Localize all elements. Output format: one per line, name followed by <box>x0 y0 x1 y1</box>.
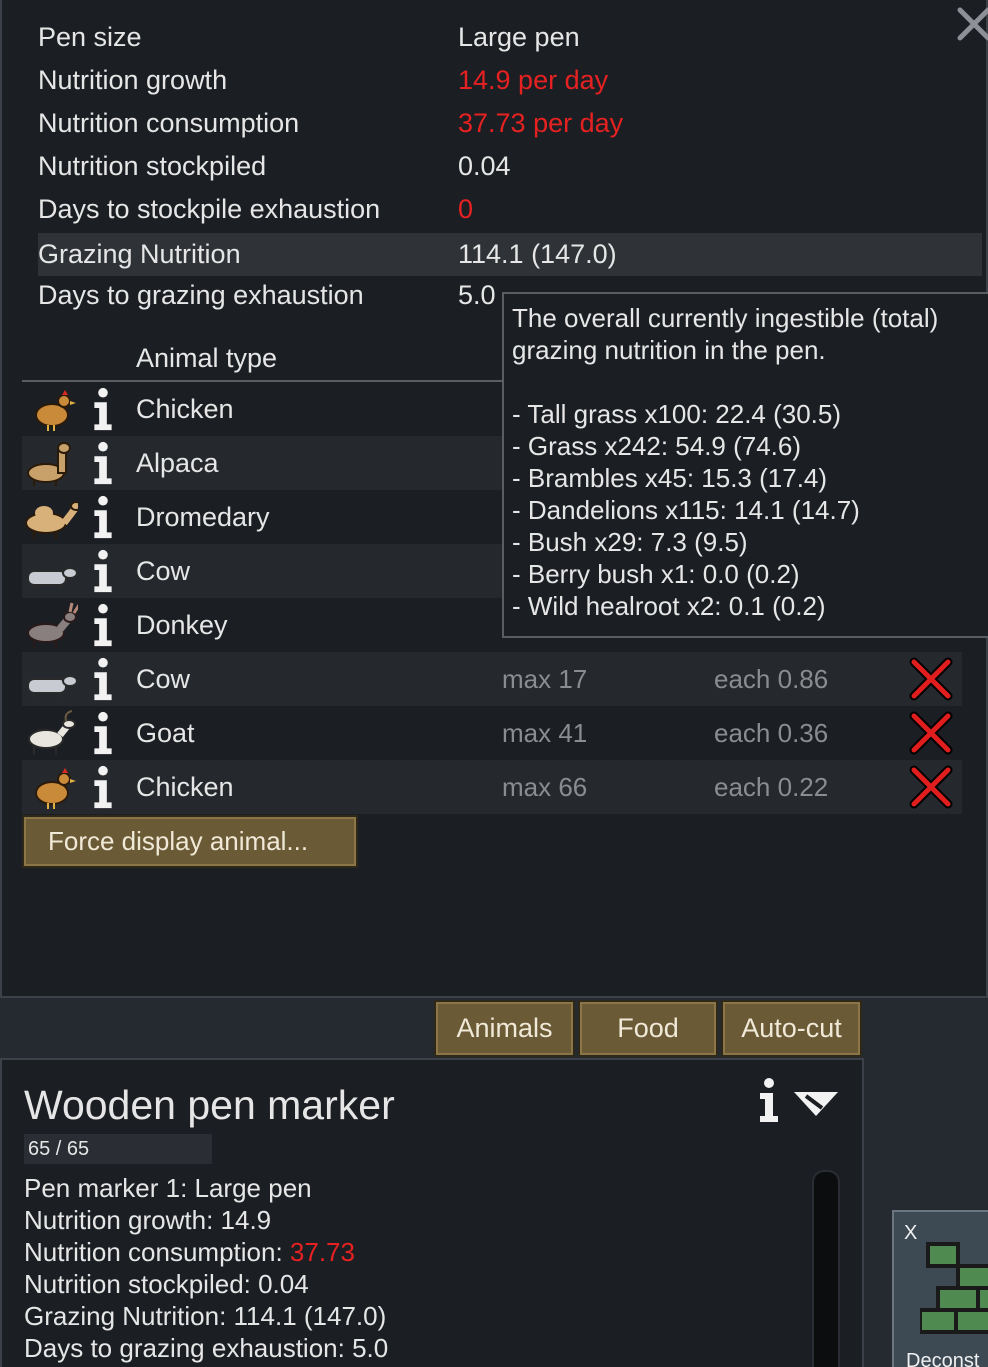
stat-row-grazing-nutrition[interactable]: Grazing Nutrition 114.1 (147.0) <box>38 233 982 276</box>
info-icon[interactable] <box>90 764 116 810</box>
animal-name: Goat <box>136 718 195 748</box>
stat-value: 114.1 (147.0) <box>458 239 617 269</box>
donkey-icon <box>27 602 78 648</box>
remove-icon[interactable] <box>908 710 954 756</box>
stat-row-days-to-stockpile-exhaustion: Days to stockpile exhaustion 0 <box>38 188 982 231</box>
tooltip-item: - Tall grass x100: 22.4 (30.5) <box>512 399 842 429</box>
stat-label: Days to grazing exhaustion <box>38 280 364 310</box>
animal-each: each 0.22 <box>714 772 829 802</box>
animal-row: Goat max 41 each 0.36 <box>22 706 962 760</box>
stat-value: 14.9 per day <box>458 65 609 95</box>
animal-name: Cow <box>136 556 191 586</box>
animal-name: Chicken <box>136 772 234 802</box>
animal-max: max 17 <box>502 664 588 694</box>
stat-value: 0.04 <box>458 151 511 181</box>
tab-auto-cut[interactable]: Auto-cut <box>721 1000 862 1057</box>
hotkey-label: X <box>904 1222 918 1244</box>
animal-max: max 41 <box>502 718 588 748</box>
stat-value: 0 <box>458 194 474 224</box>
deconstruct-command-button[interactable]: X Deconst <box>892 1210 988 1367</box>
info-icon[interactable] <box>90 602 116 648</box>
tooltip-description: The overall currently ingestible (total)… <box>512 303 939 365</box>
hit-points-bar: 65 / 65 <box>24 1134 212 1164</box>
stat-label: Days to stockpile exhaustion <box>38 194 381 224</box>
stat-row-nutrition-consumption: Nutrition consumption 37.73 per day <box>38 102 982 145</box>
stat-label: Nutrition consumption <box>38 108 300 138</box>
animal-row: Cow max 17 each 0.86 <box>22 652 962 706</box>
inspect-line: Grazing Nutrition: 114.1 (147.0) <box>24 1301 387 1331</box>
animal-row: Chicken max 66 each 0.22 <box>22 760 962 814</box>
animal-name: Donkey <box>136 610 228 640</box>
inspect-line: Nutrition growth: 14.9 <box>24 1205 272 1235</box>
remove-icon[interactable] <box>908 764 954 810</box>
stat-value: 5.0 <box>458 280 496 310</box>
stat-row-pen-size: Pen size Large pen <box>38 16 982 59</box>
inspect-line: Nutrition stockpiled: 0.04 <box>24 1269 309 1299</box>
info-icon[interactable] <box>90 494 116 540</box>
tooltip-item: - Grass x242: 54.9 (74.6) <box>512 431 802 461</box>
animal-name: Cow <box>136 664 191 694</box>
animal-name: Chicken <box>136 394 234 424</box>
alpaca-icon <box>27 442 71 486</box>
inspect-line: Days to grazing exhaustion: 5.0 <box>24 1333 389 1363</box>
info-icon[interactable] <box>90 548 116 594</box>
animal-each: each 0.36 <box>714 718 829 748</box>
wall-icon <box>920 1242 988 1334</box>
force-display-animal-button[interactable]: Force display animal... <box>22 815 358 868</box>
chicken-icon <box>35 390 76 431</box>
chicken-icon <box>35 768 76 809</box>
tooltip-item: - Bush x29: 7.3 (9.5) <box>512 527 748 557</box>
tooltip-list: - Tall grass x100: 22.4 (30.5) - Grass x… <box>512 398 988 622</box>
animal-max: max 66 <box>502 772 588 802</box>
tooltip-item: - Brambles x45: 15.3 (17.4) <box>512 463 828 493</box>
inspect-title: Wooden pen marker <box>24 1082 395 1128</box>
cow-icon <box>27 567 78 590</box>
stat-label: Nutrition stockpiled <box>38 151 267 181</box>
animal-each: each 0.86 <box>714 664 829 694</box>
stat-row-nutrition-growth: Nutrition growth 14.9 per day <box>38 59 982 102</box>
command-label: Deconst <box>906 1350 980 1367</box>
inspect-line: Nutrition consumption: 37.73 <box>24 1237 355 1267</box>
animal-type-header: Animal type <box>136 343 278 373</box>
dromedary-icon <box>25 501 78 539</box>
info-icon[interactable] <box>90 656 116 702</box>
grazing-nutrition-tooltip: The overall currently ingestible (total)… <box>502 292 988 638</box>
inspect-text: Pen marker 1: Large pen Nutrition growth… <box>24 1172 388 1364</box>
chevron-down-icon[interactable] <box>792 1086 840 1120</box>
stat-label: Nutrition growth <box>38 65 228 95</box>
stat-label: Pen size <box>38 22 142 52</box>
tooltip-item: - Berry bush x1: 0.0 (0.2) <box>512 559 800 589</box>
stat-value: Large pen <box>458 22 580 52</box>
tab-animals[interactable]: Animals <box>434 1000 575 1057</box>
stat-row-nutrition-stockpiled: Nutrition stockpiled 0.04 <box>38 145 982 188</box>
animal-name: Alpaca <box>136 448 219 478</box>
stat-label: Grazing Nutrition <box>38 239 241 269</box>
stat-value: 37.73 per day <box>458 108 624 138</box>
inspect-pane: Wooden pen marker 65 / 65 Pen marker 1: … <box>0 1058 864 1367</box>
info-icon[interactable] <box>90 440 116 486</box>
tab-food[interactable]: Food <box>578 1000 718 1057</box>
goat-icon <box>28 710 76 755</box>
tooltip-item: - Wild healroot x2: 0.1 (0.2) <box>512 591 826 621</box>
tooltip-item: - Dandelions x115: 14.1 (14.7) <box>512 495 860 525</box>
info-icon[interactable] <box>756 1076 782 1124</box>
scrollbar[interactable] <box>812 1170 840 1367</box>
cow-icon <box>27 675 78 698</box>
remove-icon[interactable] <box>908 656 954 702</box>
inspect-line: Pen marker 1: Large pen <box>24 1173 312 1203</box>
info-icon[interactable] <box>90 386 116 432</box>
info-icon[interactable] <box>90 710 116 756</box>
animal-name: Dromedary <box>136 502 270 532</box>
